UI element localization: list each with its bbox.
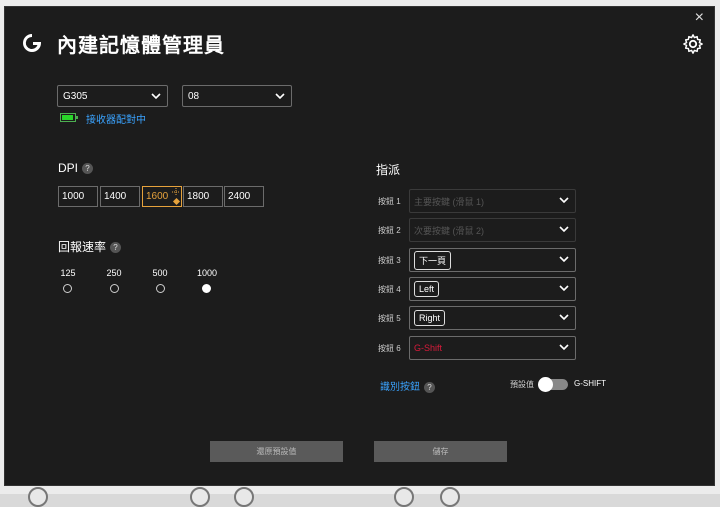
rate-radio-125[interactable] xyxy=(63,284,72,293)
button-label: 按鈕 6 xyxy=(378,344,401,353)
dpi-level-value: 2400 xyxy=(228,191,251,202)
battery-icon xyxy=(60,113,78,122)
button-label: 按鈕 2 xyxy=(378,226,401,235)
rate-label: 1000 xyxy=(196,268,218,278)
chevron-down-icon xyxy=(559,285,569,292)
taskbar-icon[interactable] xyxy=(394,487,414,507)
dpi-level-value: 1800 xyxy=(187,191,210,202)
help-icon[interactable]: ? xyxy=(82,163,94,175)
gshift-label: G-SHIFT xyxy=(574,379,606,388)
assign-button-1[interactable]: 主要按鍵 (滑鼠 1) xyxy=(409,189,576,213)
key-chip: Right xyxy=(414,310,446,326)
default-label: 預設值 xyxy=(510,380,534,389)
assign-button-2[interactable]: 次要按鍵 (滑鼠 2) xyxy=(409,218,576,242)
dpi-level-5[interactable]: 2400 xyxy=(224,186,264,207)
gear-icon[interactable] xyxy=(682,33,704,55)
assign-value: G-Shift xyxy=(414,343,443,353)
save-button[interactable]: 儲存 xyxy=(374,441,507,462)
chevron-down-icon xyxy=(559,197,569,204)
restore-defaults-button[interactable]: 還原預設值 xyxy=(210,441,343,462)
rate-radio-1000[interactable] xyxy=(202,284,211,293)
dpi-level-4[interactable]: 1800 xyxy=(183,186,223,207)
dpi-level-3-active[interactable]: 1600 xyxy=(142,186,182,207)
assign-value: 主要按鍵 (滑鼠 1) xyxy=(414,196,485,207)
memory-manager-window: × 內建記憶體管理員 G305 08 接收器配對中 DPI? 1000 1400… xyxy=(4,6,715,486)
profile-select[interactable]: 08 xyxy=(182,85,292,107)
device-select-value: G305 xyxy=(63,90,88,102)
dpi-level-2[interactable]: 1400 xyxy=(100,186,140,207)
taskbar-icon[interactable] xyxy=(190,487,210,507)
dpi-title-text: DPI xyxy=(58,161,79,175)
close-icon[interactable]: × xyxy=(695,9,704,27)
report-rate-title-text: 回報速率 xyxy=(58,240,107,254)
chevron-down-icon xyxy=(559,314,569,321)
button-label: 按鈕 3 xyxy=(378,256,401,265)
device-select[interactable]: G305 xyxy=(57,85,168,107)
window-title: 內建記憶體管理員 xyxy=(57,35,225,57)
profile-select-value: 08 xyxy=(188,90,200,102)
rate-label: 250 xyxy=(106,268,122,278)
help-icon[interactable]: ? xyxy=(424,381,435,393)
rate-radio-250[interactable] xyxy=(110,284,119,293)
assign-value: 次要按鍵 (滑鼠 2) xyxy=(414,225,485,236)
button-label: 按鈕 4 xyxy=(378,285,401,294)
key-chip: 下一頁 xyxy=(414,250,452,270)
taskbar-icon[interactable] xyxy=(440,487,460,507)
report-rate-title: 回報速率? xyxy=(58,238,122,255)
dpi-level-value: 1000 xyxy=(62,191,85,202)
assign-title: 指派 xyxy=(376,163,401,177)
key-chip: Left xyxy=(414,281,440,297)
button-label: 按鈕 1 xyxy=(378,197,401,206)
default-dpi-marker xyxy=(172,197,181,206)
help-icon[interactable]: ? xyxy=(110,242,122,254)
chevron-down-icon xyxy=(559,256,569,263)
dpi-level-1[interactable]: 1000 xyxy=(58,186,98,207)
button-label: 按鈕 5 xyxy=(378,314,401,323)
pairing-status: 接收器配對中 xyxy=(86,115,146,126)
dpi-title: DPI? xyxy=(58,161,94,175)
taskbar-icon[interactable] xyxy=(234,487,254,507)
logitech-g-logo xyxy=(23,34,41,52)
rate-label: 500 xyxy=(152,268,168,278)
dpi-shift-icon xyxy=(172,188,180,196)
chevron-down-icon xyxy=(559,344,569,351)
dpi-level-value: 1600 xyxy=(146,191,169,202)
chevron-down-icon xyxy=(275,93,285,100)
detect-buttons-link[interactable]: 識別按鈕? xyxy=(380,378,435,393)
gshift-toggle[interactable] xyxy=(538,377,568,392)
toggle-knob xyxy=(538,377,553,392)
assign-button-4[interactable]: Left xyxy=(409,277,576,301)
assign-button-6[interactable]: G-Shift xyxy=(409,336,576,360)
assign-button-5[interactable]: Right xyxy=(409,306,576,330)
taskbar-icon[interactable] xyxy=(28,487,48,507)
detect-buttons-text: 識別按鈕 xyxy=(380,382,420,393)
dpi-level-value: 1400 xyxy=(104,191,127,202)
assign-button-3[interactable]: 下一頁 xyxy=(409,248,576,272)
chevron-down-icon xyxy=(559,226,569,233)
rate-label: 125 xyxy=(60,268,76,278)
chevron-down-icon xyxy=(151,93,161,100)
rate-radio-500[interactable] xyxy=(156,284,165,293)
